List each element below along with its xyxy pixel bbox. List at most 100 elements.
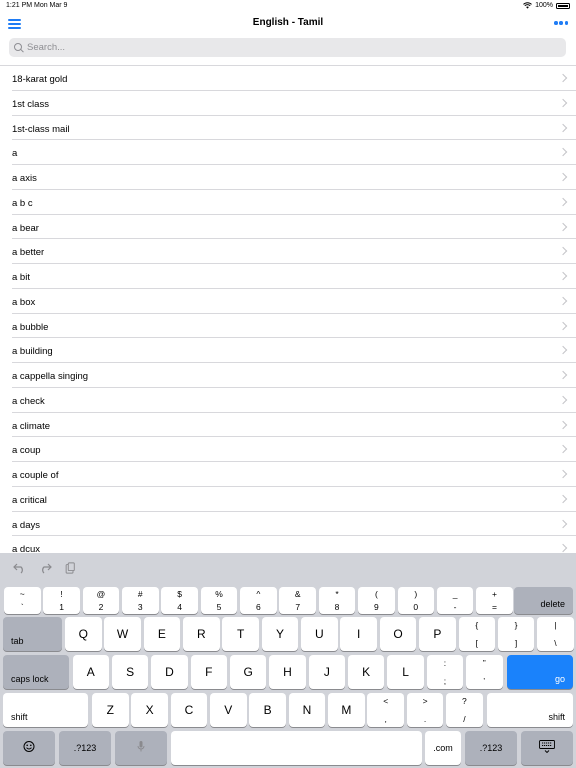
key-letter[interactable]: C bbox=[170, 693, 208, 727]
key-letter[interactable]: D bbox=[151, 655, 188, 689]
key-letter[interactable]: Q bbox=[65, 617, 102, 651]
space-bar[interactable] bbox=[171, 731, 422, 765]
key-number-3[interactable]: #3 bbox=[122, 587, 159, 614]
search-bar[interactable] bbox=[9, 38, 566, 57]
status-date: Mon Mar 9 bbox=[34, 2, 68, 9]
tab-key[interactable]: tab bbox=[3, 617, 62, 651]
list-item[interactable]: a better bbox=[12, 239, 576, 264]
key-letter[interactable]: O bbox=[379, 617, 417, 651]
key-number-1[interactable]: ! 1 bbox=[43, 587, 80, 614]
key-letter[interactable]: B bbox=[249, 693, 286, 727]
key-letter[interactable]: W bbox=[104, 617, 141, 651]
list-item[interactable]: 1st-class mail bbox=[12, 116, 576, 141]
redo-icon[interactable] bbox=[38, 562, 52, 574]
key-char: C bbox=[184, 703, 194, 717]
key-letter[interactable]: A bbox=[72, 655, 109, 689]
list-item[interactable]: a bbox=[12, 140, 576, 165]
list-item[interactable]: a bit bbox=[12, 264, 576, 289]
key-symbol[interactable]: :; bbox=[426, 655, 464, 689]
key-number-7[interactable]: & 7 bbox=[279, 587, 316, 614]
dictation-key[interactable] bbox=[115, 731, 167, 765]
emoji-icon bbox=[3, 741, 55, 756]
numbers-key-label: .?123 bbox=[479, 743, 503, 753]
numbers-key-left[interactable]: .?123 bbox=[59, 731, 111, 765]
search-input[interactable] bbox=[27, 42, 527, 53]
key-number-0[interactable]: ~ ` bbox=[4, 587, 41, 614]
key-letter[interactable]: N bbox=[288, 693, 326, 727]
key-bottom-char: ’ bbox=[483, 676, 486, 686]
key-symbol[interactable]: ? / bbox=[446, 693, 483, 727]
key-letter[interactable]: L bbox=[387, 655, 424, 689]
key-number-8[interactable]: * 8 bbox=[318, 587, 356, 614]
list-item[interactable]: a bubble bbox=[12, 314, 576, 339]
key-number-9[interactable]: (9 bbox=[358, 587, 395, 614]
key-letter[interactable]: J bbox=[308, 655, 346, 689]
list-item[interactable]: 18-karat gold bbox=[12, 66, 576, 91]
list-item[interactable]: a critical bbox=[12, 487, 576, 512]
key-letter[interactable]: F bbox=[190, 655, 228, 689]
list-item[interactable]: a axis bbox=[12, 165, 576, 190]
list-item[interactable]: a couple of bbox=[12, 462, 576, 487]
key-letter[interactable]: K bbox=[347, 655, 385, 689]
list-item[interactable]: a building bbox=[12, 338, 576, 363]
chevron-right-icon bbox=[558, 445, 568, 454]
key-char: Q bbox=[78, 627, 88, 641]
key-letter[interactable]: G bbox=[229, 655, 267, 689]
key-letter[interactable]: Y bbox=[261, 617, 299, 651]
list-item[interactable]: a dcux bbox=[12, 536, 576, 553]
list-item-label: a bear bbox=[12, 222, 39, 234]
delete-key[interactable]: delete bbox=[514, 587, 573, 614]
shift-key-right[interactable]: shift bbox=[487, 693, 573, 727]
go-key[interactable]: go bbox=[507, 655, 573, 689]
hide-keyboard-key[interactable] bbox=[521, 731, 573, 765]
list-item[interactable]: a bear bbox=[12, 215, 576, 240]
key-letter[interactable]: V bbox=[210, 693, 247, 727]
key-number-4[interactable]: $4 bbox=[161, 587, 198, 614]
key-symbol[interactable]: <, bbox=[367, 693, 404, 727]
list-item[interactable]: a b c bbox=[12, 190, 576, 215]
key-symbol[interactable]: >. bbox=[406, 693, 444, 727]
list-item[interactable]: a cappella singing bbox=[12, 363, 576, 388]
caps-lock-key[interactable]: caps lock bbox=[3, 655, 69, 689]
key-letter[interactable]: I bbox=[340, 617, 377, 651]
undo-icon[interactable] bbox=[13, 562, 27, 574]
key-symbol[interactable]: }] bbox=[497, 617, 535, 651]
key-bottom-char: - bbox=[453, 602, 457, 612]
key-symbol[interactable]: | \ bbox=[537, 617, 574, 651]
key-symbol[interactable]: {[ bbox=[458, 617, 495, 651]
key-letter[interactable]: S bbox=[111, 655, 149, 689]
key-number-6[interactable]: ^ 6 bbox=[240, 587, 277, 614]
key-char: T bbox=[236, 627, 245, 641]
key-letter[interactable]: E bbox=[143, 617, 181, 651]
paste-icon[interactable] bbox=[63, 562, 77, 574]
emoji-key[interactable] bbox=[3, 731, 55, 765]
key-number-10[interactable]: ) 0 bbox=[397, 587, 434, 614]
key-letter[interactable]: R bbox=[183, 617, 220, 651]
key-letter[interactable]: U bbox=[301, 617, 338, 651]
list-item[interactable]: 1st class bbox=[12, 91, 576, 116]
key-letter[interactable]: M bbox=[328, 693, 365, 727]
key-letter[interactable]: X bbox=[131, 693, 168, 727]
more-options-icon[interactable] bbox=[554, 21, 568, 25]
key-letter[interactable]: Z bbox=[92, 693, 129, 727]
list-item[interactable]: a box bbox=[12, 289, 576, 314]
key-number-5[interactable]: % 5 bbox=[200, 587, 238, 614]
key-number-11[interactable]: _ - bbox=[436, 587, 474, 614]
key-number-12[interactable]: + = bbox=[476, 587, 513, 614]
key-symbol[interactable]: ”’ bbox=[466, 655, 503, 689]
word-list: 18-karat gold 1st class 1st-class mail a a a… bbox=[0, 65, 576, 553]
chevron-right-icon bbox=[558, 73, 568, 83]
key-number-2[interactable]: @2 bbox=[82, 587, 120, 614]
list-item-label: 18-karat gold bbox=[12, 74, 68, 85]
list-item[interactable]: a days bbox=[12, 512, 576, 537]
list-item[interactable]: a coup bbox=[12, 437, 576, 462]
key-letter[interactable]: P bbox=[419, 617, 456, 651]
numbers-key-right[interactable]: .?123 bbox=[465, 731, 517, 765]
shift-key-left[interactable]: shift bbox=[3, 693, 88, 727]
key-letter[interactable]: H bbox=[269, 655, 306, 689]
list-item[interactable]: a climate bbox=[12, 413, 576, 438]
list-item[interactable]: a check bbox=[12, 388, 576, 413]
dotcom-key[interactable]: .com bbox=[425, 731, 461, 765]
chevron-right-icon bbox=[558, 395, 568, 404]
key-letter[interactable]: T bbox=[222, 617, 259, 651]
